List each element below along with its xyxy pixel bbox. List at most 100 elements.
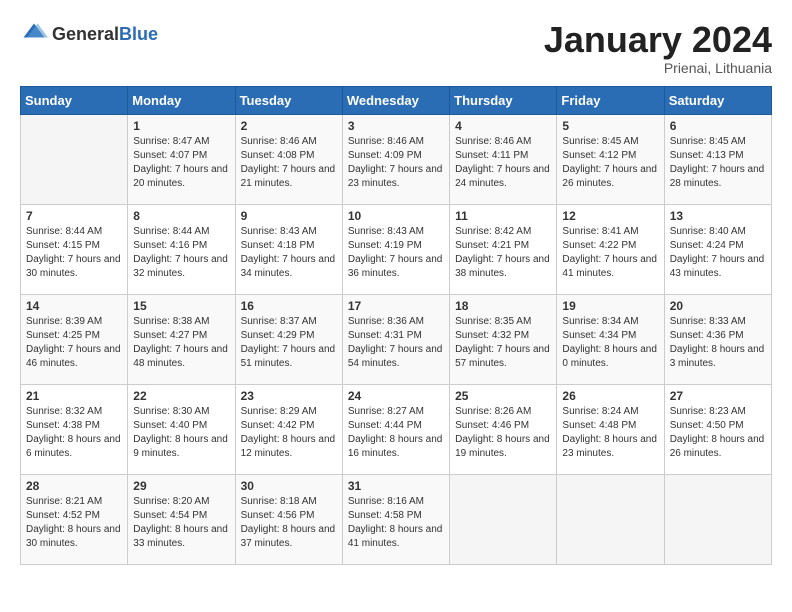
day-info: Sunrise: 8:26 AMSunset: 4:46 PMDaylight:… <box>455 405 551 461</box>
day-info: Sunrise: 8:23 AMSunset: 4:50 PMDaylight:… <box>670 405 766 461</box>
day-info: Sunrise: 8:29 AMSunset: 4:42 PMDaylight:… <box>241 405 337 461</box>
day-number: 24 <box>348 389 444 403</box>
day-info: Sunrise: 8:46 AMSunset: 4:11 PMDaylight:… <box>455 135 551 191</box>
calendar-cell: 28 Sunrise: 8:21 AMSunset: 4:52 PMDayligh… <box>21 474 128 564</box>
calendar-cell: 19Sunrise: 8:34 AMSunset: 4:34 PMDayligh… <box>557 294 664 384</box>
page-header: GeneralBlue January 2024 Prienai, Lithua… <box>20 20 772 76</box>
calendar-cell: 15Sunrise: 8:38 AMSunset: 4:27 PMDayligh… <box>128 294 235 384</box>
day-info: Sunrise: 8:42 AMSunset: 4:21 PMDaylight:… <box>455 225 551 281</box>
weekday-header-thursday: Thursday <box>450 86 557 114</box>
day-info: Sunrise: 8:41 AMSunset: 4:22 PMDaylight:… <box>562 225 658 281</box>
day-info: Sunrise: 8:16 AMSunset: 4:58 PMDaylight:… <box>348 495 444 551</box>
location-subtitle: Prienai, Lithuania <box>544 60 772 76</box>
calendar-cell: 11 Sunrise: 8:42 AMSunset: 4:21 PMDayligh… <box>450 204 557 294</box>
day-number: 13 <box>670 209 766 223</box>
calendar-cell: 20 Sunrise: 8:33 AMSunset: 4:36 PMDayligh… <box>664 294 771 384</box>
day-info: Sunrise: 8:39 AMSunset: 4:25 PMDaylight:… <box>26 315 122 371</box>
calendar-cell: 5Sunrise: 8:45 AMSunset: 4:12 PMDaylight… <box>557 114 664 204</box>
day-number: 2 <box>241 119 337 133</box>
weekday-header-tuesday: Tuesday <box>235 86 342 114</box>
day-number: 5 <box>562 119 658 133</box>
day-number: 11 <box>455 209 551 223</box>
weekday-header-monday: Monday <box>128 86 235 114</box>
logo-icon <box>20 20 48 48</box>
calendar-cell <box>664 474 771 564</box>
calendar-cell: 16Sunrise: 8:37 AMSunset: 4:29 PMDayligh… <box>235 294 342 384</box>
calendar-cell: 17Sunrise: 8:36 AMSunset: 4:31 PMDayligh… <box>342 294 449 384</box>
day-info: Sunrise: 8:21 AMSunset: 4:52 PMDaylight:… <box>26 495 122 551</box>
day-number: 10 <box>348 209 444 223</box>
calendar-week-row: 1 Sunrise: 8:47 AMSunset: 4:07 PMDaylight… <box>21 114 772 204</box>
day-number: 20 <box>670 299 766 313</box>
day-info: Sunrise: 8:43 AMSunset: 4:18 PMDaylight:… <box>241 225 337 281</box>
day-info: Sunrise: 8:35 AMSunset: 4:32 PMDaylight:… <box>455 315 551 371</box>
day-info: Sunrise: 8:27 AMSunset: 4:44 PMDaylight:… <box>348 405 444 461</box>
calendar-cell: 4 Sunrise: 8:46 AMSunset: 4:11 PMDaylight… <box>450 114 557 204</box>
day-number: 9 <box>241 209 337 223</box>
calendar-cell <box>557 474 664 564</box>
day-info: Sunrise: 8:44 AMSunset: 4:16 PMDaylight:… <box>133 225 229 281</box>
day-info: Sunrise: 8:44 AMSunset: 4:15 PMDaylight:… <box>26 225 122 281</box>
day-number: 30 <box>241 479 337 493</box>
logo-general-text: General <box>52 24 119 44</box>
day-info: Sunrise: 8:43 AMSunset: 4:19 PMDaylight:… <box>348 225 444 281</box>
weekday-header-row: SundayMondayTuesdayWednesdayThursdayFrid… <box>21 86 772 114</box>
calendar-cell: 31 Sunrise: 8:16 AMSunset: 4:58 PMDayligh… <box>342 474 449 564</box>
calendar-cell: 14 Sunrise: 8:39 AMSunset: 4:25 PMDayligh… <box>21 294 128 384</box>
day-info: Sunrise: 8:24 AMSunset: 4:48 PMDaylight:… <box>562 405 658 461</box>
day-number: 6 <box>670 119 766 133</box>
calendar-week-row: 28 Sunrise: 8:21 AMSunset: 4:52 PMDayligh… <box>21 474 772 564</box>
day-number: 23 <box>241 389 337 403</box>
day-number: 7 <box>26 209 122 223</box>
calendar-cell: 13 Sunrise: 8:40 AMSunset: 4:24 PMDayligh… <box>664 204 771 294</box>
calendar-cell: 23 Sunrise: 8:29 AMSunset: 4:42 PMDayligh… <box>235 384 342 474</box>
day-number: 4 <box>455 119 551 133</box>
day-number: 27 <box>670 389 766 403</box>
day-number: 22 <box>133 389 229 403</box>
day-info: Sunrise: 8:32 AMSunset: 4:38 PMDaylight:… <box>26 405 122 461</box>
day-info: Sunrise: 8:40 AMSunset: 4:24 PMDaylight:… <box>670 225 766 281</box>
calendar-cell: 27 Sunrise: 8:23 AMSunset: 4:50 PMDayligh… <box>664 384 771 474</box>
weekday-header-sunday: Sunday <box>21 86 128 114</box>
weekday-header-saturday: Saturday <box>664 86 771 114</box>
calendar-cell: 21 Sunrise: 8:32 AMSunset: 4:38 PMDayligh… <box>21 384 128 474</box>
day-number: 25 <box>455 389 551 403</box>
day-info: Sunrise: 8:46 AMSunset: 4:09 PMDaylight:… <box>348 135 444 191</box>
calendar-week-row: 14 Sunrise: 8:39 AMSunset: 4:25 PMDayligh… <box>21 294 772 384</box>
calendar-cell: 24 Sunrise: 8:27 AMSunset: 4:44 PMDayligh… <box>342 384 449 474</box>
day-info: Sunrise: 8:45 AMSunset: 4:13 PMDaylight:… <box>670 135 766 191</box>
day-info: Sunrise: 8:46 AMSunset: 4:08 PMDaylight:… <box>241 135 337 191</box>
day-number: 16 <box>241 299 337 313</box>
calendar-cell: 30 Sunrise: 8:18 AMSunset: 4:56 PMDayligh… <box>235 474 342 564</box>
day-info: Sunrise: 8:33 AMSunset: 4:36 PMDaylight:… <box>670 315 766 371</box>
calendar-cell: 12 Sunrise: 8:41 AMSunset: 4:22 PMDayligh… <box>557 204 664 294</box>
day-info: Sunrise: 8:20 AMSunset: 4:54 PMDaylight:… <box>133 495 229 551</box>
calendar-cell <box>21 114 128 204</box>
day-number: 17 <box>348 299 444 313</box>
weekday-header-wednesday: Wednesday <box>342 86 449 114</box>
day-number: 14 <box>26 299 122 313</box>
day-number: 26 <box>562 389 658 403</box>
day-number: 21 <box>26 389 122 403</box>
day-number: 28 <box>26 479 122 493</box>
day-info: Sunrise: 8:38 AMSunset: 4:27 PMDaylight:… <box>133 315 229 371</box>
calendar-cell: 25 Sunrise: 8:26 AMSunset: 4:46 PMDayligh… <box>450 384 557 474</box>
day-number: 12 <box>562 209 658 223</box>
day-info: Sunrise: 8:18 AMSunset: 4:56 PMDaylight:… <box>241 495 337 551</box>
day-number: 31 <box>348 479 444 493</box>
calendar-cell: 6 Sunrise: 8:45 AMSunset: 4:13 PMDaylight… <box>664 114 771 204</box>
calendar-week-row: 7 Sunrise: 8:44 AMSunset: 4:15 PMDaylight… <box>21 204 772 294</box>
calendar-cell: 10 Sunrise: 8:43 AMSunset: 4:19 PMDayligh… <box>342 204 449 294</box>
title-block: January 2024 Prienai, Lithuania <box>544 20 772 76</box>
calendar-cell: 2 Sunrise: 8:46 AMSunset: 4:08 PMDaylight… <box>235 114 342 204</box>
calendar-cell: 1 Sunrise: 8:47 AMSunset: 4:07 PMDaylight… <box>128 114 235 204</box>
day-number: 3 <box>348 119 444 133</box>
day-number: 1 <box>133 119 229 133</box>
day-number: 19 <box>562 299 658 313</box>
calendar-cell: 18Sunrise: 8:35 AMSunset: 4:32 PMDayligh… <box>450 294 557 384</box>
calendar-week-row: 21 Sunrise: 8:32 AMSunset: 4:38 PMDayligh… <box>21 384 772 474</box>
calendar-cell: 7 Sunrise: 8:44 AMSunset: 4:15 PMDaylight… <box>21 204 128 294</box>
calendar-cell: 22Sunrise: 8:30 AMSunset: 4:40 PMDayligh… <box>128 384 235 474</box>
calendar-cell: 29Sunrise: 8:20 AMSunset: 4:54 PMDayligh… <box>128 474 235 564</box>
day-info: Sunrise: 8:47 AMSunset: 4:07 PMDaylight:… <box>133 135 229 191</box>
